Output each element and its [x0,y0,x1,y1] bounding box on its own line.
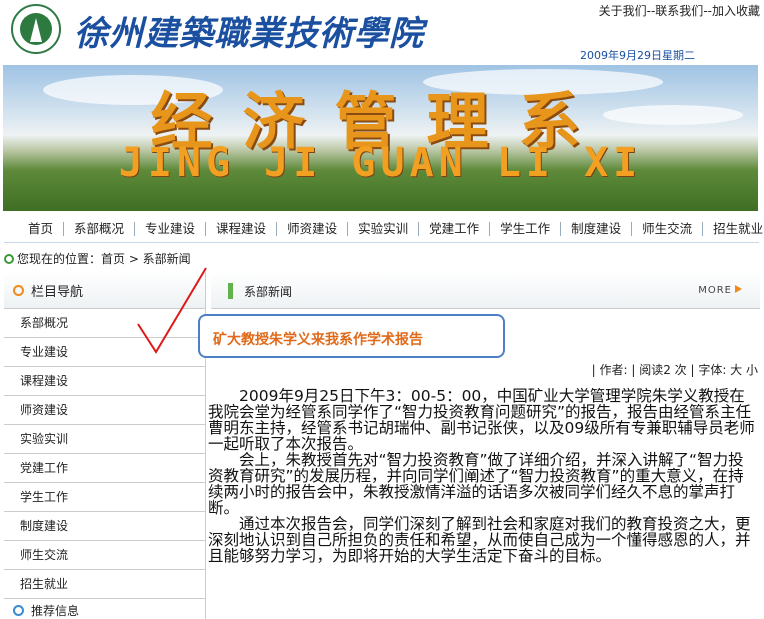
nav-item-party[interactable]: 党建工作 [419,222,491,236]
article-paragraph: 2009年9月25日下午3：00-5：00，中国矿业大学管理学院朱学义教授在我院… [208,387,755,453]
sidebar-item-training[interactable]: 实验实训 [4,425,205,454]
sidebar-item-students[interactable]: 学生工作 [4,483,205,512]
sidebar-item-faculty[interactable]: 师资建设 [4,396,205,425]
add-favorite-link[interactable]: 加入收藏 [712,4,760,18]
refresh-icon [4,254,14,264]
sidebar-heading: 栏目导航 [4,272,205,309]
nav-item-courses[interactable]: 课程建设 [206,222,278,236]
sidebar: 栏目导航 系部概况 专业建设 课程建设 师资建设 实验实训 党建工作 学生工作 … [4,272,206,619]
sidebar-item-rules[interactable]: 制度建设 [4,512,205,541]
nav-item-admission[interactable]: 招生就业 [703,222,764,236]
article-paragraph: 会上，朱教授首先对“智力投资教育”做了详细介绍，并深入讲解了“智力投资教育研究”… [208,451,744,517]
article-paragraph: 通过本次报告会，同学们深刻了解到社会和家庭对我们的教育投资之大，更深刻地认识到自… [208,515,751,565]
sidebar-heading-label: 栏目导航 [31,284,84,300]
banner-pinyin: JING JI GUAN LI XI [118,140,643,186]
site-header: 徐州建築職業技術學院 关于我们--联系我们--加入收藏 2009年9月29日星期… [0,0,764,62]
nav-item-faculty[interactable]: 师资建设 [277,222,349,236]
breadcrumb-text: 您现在的位置：首页 > 系部新闻 [17,252,191,266]
recommend-heading-label: 推荐信息 [31,603,80,618]
department-banner: 经济管理系 JING JI GUAN LI XI [3,65,758,211]
more-label: MORE [698,285,732,296]
school-logo[interactable] [11,4,61,54]
main-nav: 首页 系部概况 专业建设 课程建设 师资建设 实验实训 党建工作 学生工作 制度… [4,216,763,243]
sidebar-item-major[interactable]: 专业建设 [4,338,205,367]
circle-icon [13,604,24,616]
more-link[interactable]: MORE [698,285,742,296]
sidebar-item-courses[interactable]: 课程建设 [4,367,205,396]
nav-item-exchange[interactable]: 师生交流 [632,222,704,236]
sidebar-item-admission[interactable]: 招生就业 [4,570,205,599]
section-label: 系部新闻 [244,285,293,299]
link-separator: -- [703,4,712,18]
article-title-highlight: 矿大教授朱学义来我系作学术报告 [198,314,505,358]
nav-item-rules[interactable]: 制度建设 [561,222,633,236]
section-marker [228,283,233,299]
nav-item-overview[interactable]: 系部概况 [64,222,136,236]
sidebar-item-exchange[interactable]: 师生交流 [4,541,205,570]
sidebar-recommend-heading: 推荐信息 [4,599,205,619]
nav-item-training[interactable]: 实验实训 [348,222,420,236]
contact-us-link[interactable]: 联系我们 [655,4,703,18]
nav-item-major[interactable]: 专业建设 [135,222,207,236]
article-body: 2009年9月25日下午3：00-5：00，中国矿业大学管理学院朱学义教授在我院… [208,388,758,564]
about-us-link[interactable]: 关于我们 [599,4,647,18]
breadcrumb: 您现在的位置：首页 > 系部新闻 [4,250,191,267]
school-name: 徐州建築職業技術學院 [74,14,424,54]
section-header: 系部新闻 MORE [211,272,760,309]
sidebar-item-party[interactable]: 党建工作 [4,454,205,483]
nav-item-home[interactable]: 首页 [4,222,65,236]
main-content: 系部新闻 MORE 矿大教授朱学义来我系作学术报告 | 作者: | 阅读2 次 … [198,272,760,619]
current-date: 2009年9月29日星期二 [580,49,695,62]
arrow-right-icon [735,285,742,293]
nav-item-students[interactable]: 学生工作 [490,222,562,236]
top-links: 关于我们--联系我们--加入收藏 [599,2,760,19]
link-separator: -- [646,4,656,18]
article-title: 矿大教授朱学义来我系作学术报告 [213,332,423,348]
sidebar-item-overview[interactable]: 系部概况 [4,309,205,338]
circle-icon [13,284,24,296]
article-meta: | 作者: | 阅读2 次 | 字体: 大 小 [591,363,758,377]
page: 徐州建築職業技術學院 关于我们--联系我们--加入收藏 2009年9月29日星期… [0,0,764,619]
